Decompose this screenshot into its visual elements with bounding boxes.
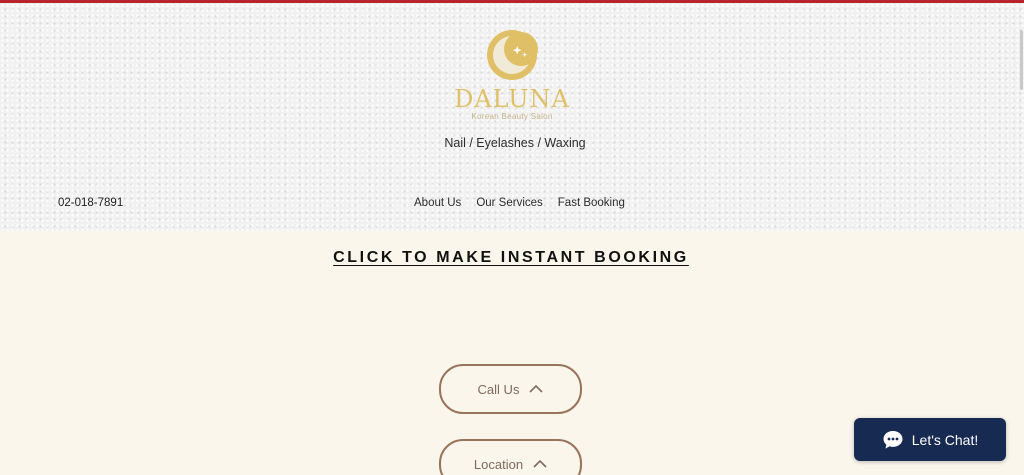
scrollbar-thumb[interactable]	[1020, 30, 1023, 90]
call-us-label: Call Us	[477, 381, 520, 397]
lets-chat-button[interactable]: Let's Chat!	[854, 418, 1006, 461]
chat-bubble-icon	[883, 430, 903, 449]
location-label: Location	[473, 456, 524, 472]
phone-number[interactable]: 02-018-7891	[58, 197, 123, 209]
crescent-moon-logo-icon[interactable]	[486, 29, 538, 81]
nav-item-our-services[interactable]: Our Services	[476, 197, 542, 209]
call-us-button[interactable]: Call Us	[439, 364, 582, 414]
tagline: Nail / Eyelashes / Waxing	[444, 136, 586, 150]
chevron-up-icon	[529, 384, 544, 393]
chat-label: Let's Chat!	[911, 431, 979, 448]
brand-subtitle: Korean Beauty Salon	[471, 112, 553, 121]
chevron-up-icon	[533, 459, 547, 468]
nav-item-fast-booking[interactable]: Fast Booking	[558, 197, 625, 209]
site-header: DALUNA Korean Beauty Salon Nail / Eyelas…	[0, 3, 1024, 231]
nav-item-about-us[interactable]: About Us	[414, 197, 461, 209]
main-nav: About Us Our Services Fast Booking	[414, 197, 625, 209]
instant-booking-link[interactable]: CLICK TO MAKE INSTANT BOOKING	[0, 249, 1022, 267]
scrollbar[interactable]	[1020, 0, 1024, 475]
brand-name: DALUNA	[454, 85, 570, 113]
location-button[interactable]: Location	[439, 439, 582, 475]
